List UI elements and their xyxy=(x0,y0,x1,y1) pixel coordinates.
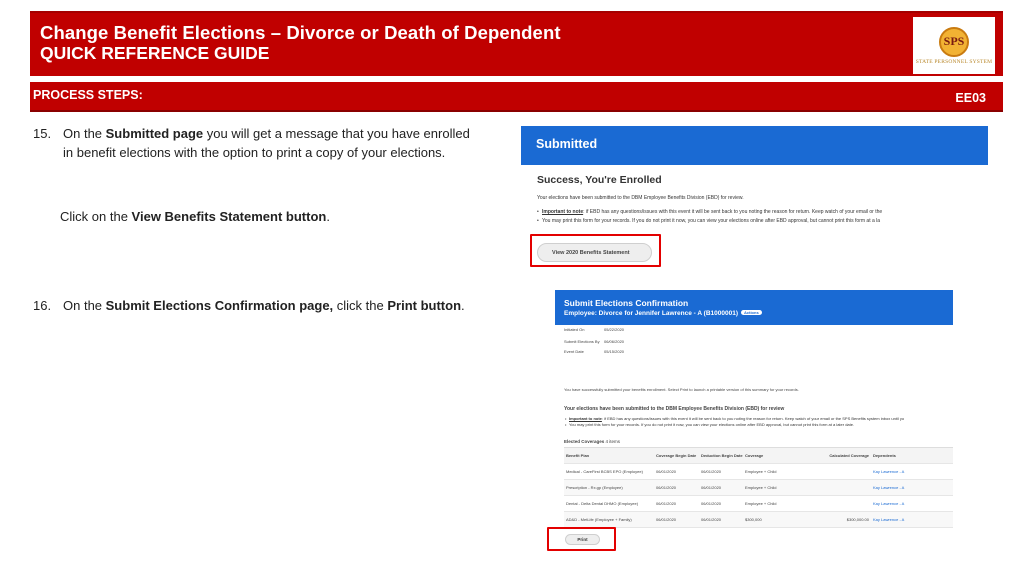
step-text-part: On the xyxy=(63,298,106,313)
logo-name: STATE PERSONNEL SYSTEM xyxy=(915,58,993,65)
table-row: AD&D - MetLife (Employee + Family) 06/01… xyxy=(564,512,953,528)
table-count: 4 items xyxy=(605,439,621,444)
page-subtitle: QUICK REFERENCE GUIDE xyxy=(40,43,270,63)
confirmation-title: Submit Elections Confirmation xyxy=(564,298,689,308)
confirmation-title-bar: Submit Elections Confirmation Employee: … xyxy=(555,290,953,325)
table-cell: 06/01/2020 xyxy=(656,501,677,506)
step-number: 16. xyxy=(33,298,52,313)
table-cell: AD&D - MetLife (Employee + Family) xyxy=(566,517,632,522)
header-banner: Change Benefit Elections – Divorce or De… xyxy=(30,11,1003,76)
table-title: Elected Coverages xyxy=(564,439,605,444)
table-cell: 06/01/2020 xyxy=(656,485,677,490)
table-cell: Medical - CareFirst BCBS EPO (Employee) xyxy=(566,469,643,474)
step-text-part: click the xyxy=(333,298,388,313)
column-header: Calculated Coverage xyxy=(829,453,869,458)
step-text: On the Submit Elections Confirmation pag… xyxy=(63,296,465,315)
step-emphasis: Submit Elections Confirmation page, xyxy=(105,298,334,313)
table-cell: Employee + Child xyxy=(745,469,777,474)
important-text: : if EBD has any questions/issues with t… xyxy=(583,209,883,215)
elected-coverages-title: Elected Coverages 4 items xyxy=(564,439,620,444)
step-text-part: On the xyxy=(63,126,106,141)
initiated-on-field: Initiated On 05/22/2020 xyxy=(564,327,624,332)
step-emphasis: Submitted page xyxy=(105,126,204,141)
table-cell: 06/01/2020 xyxy=(701,469,722,474)
column-header: Coverage xyxy=(745,453,764,458)
event-date-field: Event Date 05/15/2020 xyxy=(564,349,624,354)
print-highlight-box xyxy=(547,527,616,551)
confirmation-screenshot: Submit Elections Confirmation Employee: … xyxy=(555,290,953,550)
field-value: 05/15/2020 xyxy=(604,349,625,354)
step-emphasis: View Benefits Statement button xyxy=(131,209,327,224)
column-header: Dependents xyxy=(873,453,896,458)
dependent-link[interactable]: Kay Lawrence - A xyxy=(873,501,953,506)
step-number: 15. xyxy=(33,126,52,141)
table-header-row: Benefit Plan Coverage Begin Date Deducti… xyxy=(564,448,953,464)
table-cell: Dental - Delta Dental DHMO (Employee) xyxy=(566,501,639,506)
elected-coverages-table: Benefit Plan Coverage Begin Date Deducti… xyxy=(564,447,953,528)
review-message: Your elections have been submitted to th… xyxy=(564,406,785,412)
employee-event: Employee: Divorce for Jennifer Lawrence … xyxy=(564,310,738,317)
dependent-link[interactable]: Kay Lawrence - A xyxy=(873,517,953,522)
step-15: 15. On the Submitted page you will get a… xyxy=(33,124,503,164)
table-cell: 06/01/2020 xyxy=(701,485,722,490)
column-header: Deduction Begin Date xyxy=(701,453,743,458)
guide-code: EE03 xyxy=(955,91,986,105)
table-cell: 06/01/2020 xyxy=(701,517,722,522)
table-row: Medical - CareFirst BCBS EPO (Employee) … xyxy=(564,464,953,480)
dependent-link[interactable]: Kay Lawrence - A xyxy=(873,469,953,474)
actions-pill[interactable]: Actions xyxy=(741,310,762,315)
table-row: Prescription - Rx.gp (Employee) 06/01/20… xyxy=(564,480,953,496)
process-steps-bar: PROCESS STEPS: EE03 xyxy=(30,82,1003,112)
table-cell: $300,000.00 xyxy=(846,517,869,522)
table-cell: $300,000 xyxy=(745,517,762,522)
sps-logo-icon: SPS xyxy=(939,26,969,57)
print-note: You may print this form for your records… xyxy=(565,422,854,427)
submit-by-field: Submit Elections By 06/06/2020 xyxy=(564,339,624,344)
table-cell: 06/01/2020 xyxy=(656,517,677,522)
field-value: 05/22/2020 xyxy=(604,327,625,332)
sps-logo: SPS STATE PERSONNEL SYSTEM xyxy=(913,17,995,74)
field-label: Event Date xyxy=(564,349,584,354)
step-emphasis: Print button xyxy=(387,298,462,313)
important-text: : if EBD has any questions/issues with t… xyxy=(601,416,905,421)
success-message: You have successfully submitted your ben… xyxy=(564,387,799,392)
step-text-part: in benefit elections with the option to … xyxy=(63,145,446,160)
table-cell: Prescription - Rx.gp (Employee) xyxy=(566,485,623,490)
dependent-link[interactable]: Kay Lawrence - A xyxy=(873,485,953,490)
step-15-instruction: Click on the View Benefits Statement but… xyxy=(60,207,460,227)
table-cell: Employee + Child xyxy=(745,485,777,490)
field-value: 06/06/2020 xyxy=(604,339,625,344)
print-note: You may print this form for your records… xyxy=(537,218,880,224)
table-cell: 06/01/2020 xyxy=(656,469,677,474)
field-label: Initiated On xyxy=(564,327,585,332)
submitted-title-bar: Submitted xyxy=(521,126,988,165)
step-text: On the Submitted page you will get a mes… xyxy=(63,124,470,162)
submitted-intro: Your elections have been submitted to th… xyxy=(537,195,744,201)
process-steps-label: PROCESS STEPS: xyxy=(33,88,143,102)
success-heading: Success, You're Enrolled xyxy=(537,174,662,186)
table-cell: 06/01/2020 xyxy=(701,501,722,506)
confirmation-subtitle: Employee: Divorce for Jennifer Lawrence … xyxy=(564,310,762,317)
submitted-title: Submitted xyxy=(536,137,598,151)
step-text-part: you will get a message that you have enr… xyxy=(203,126,470,141)
step-text-part: . xyxy=(461,298,465,313)
page-title: Change Benefit Elections – Divorce or De… xyxy=(40,22,561,43)
step-text-part: Click on the xyxy=(60,209,132,224)
important-label: Important to note xyxy=(542,209,584,215)
table-row: Dental - Delta Dental DHMO (Employee) 06… xyxy=(564,496,953,512)
column-header: Coverage Begin Date xyxy=(656,453,697,458)
important-note: Important to note: if EBD has any questi… xyxy=(537,209,883,215)
field-label: Submit Elections By xyxy=(564,339,600,344)
important-note: Important to note: if EBD has any questi… xyxy=(565,416,905,421)
step-text-part: . xyxy=(326,209,330,224)
step-16: 16. On the Submit Elections Confirmation… xyxy=(33,296,503,316)
table-cell: Employee + Child xyxy=(745,501,777,506)
column-header: Benefit Plan xyxy=(566,453,590,458)
important-label: Important to note xyxy=(569,416,602,421)
button-highlight-box xyxy=(530,234,661,267)
